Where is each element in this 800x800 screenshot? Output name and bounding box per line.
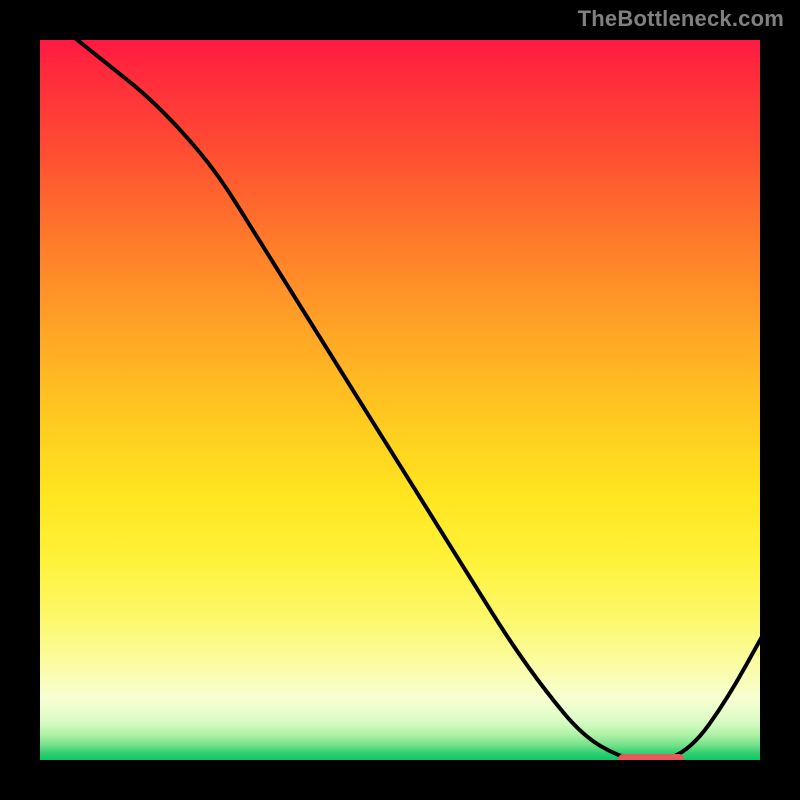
optimal-range-marker (618, 754, 684, 764)
watermark-text: TheBottleneck.com (578, 6, 784, 32)
plot-area (36, 36, 764, 764)
chart-frame: TheBottleneck.com (0, 0, 800, 800)
bottleneck-curve (36, 36, 764, 764)
